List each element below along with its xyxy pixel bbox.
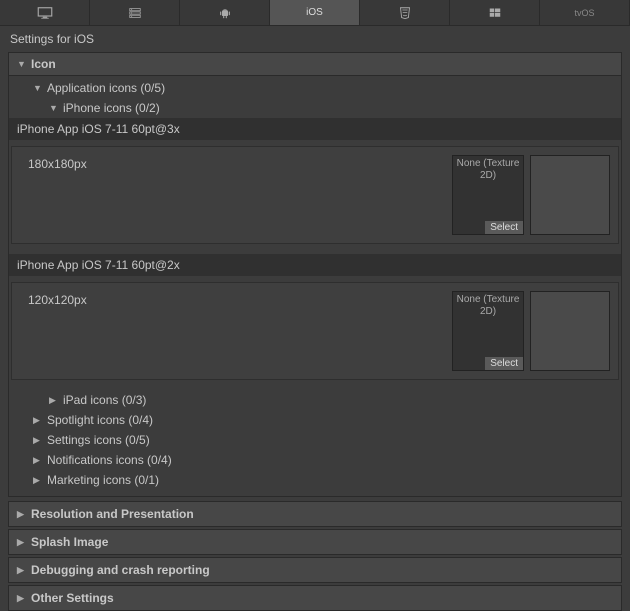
slot1-header: iPhone App iOS 7-11 60pt@3x — [9, 118, 621, 140]
foldout-open-icon — [49, 103, 59, 113]
slot2-select-button[interactable]: Select — [485, 357, 523, 370]
ios-label: iOS — [306, 7, 323, 18]
monitor-icon — [36, 6, 54, 20]
tab-standalone[interactable] — [0, 0, 90, 25]
foldout-closed-icon — [17, 593, 27, 604]
icon-panel: Icon Application icons (0/5) iPhone icon… — [8, 52, 622, 497]
resolution-section[interactable]: Resolution and Presentation — [8, 501, 622, 527]
foldout-open-icon — [17, 59, 27, 69]
slot1-select-button[interactable]: Select — [485, 221, 523, 234]
iphone-icons-label: iPhone icons (0/2) — [63, 101, 160, 115]
foldout-open-icon — [33, 83, 43, 93]
settings-title: Settings for iOS — [0, 26, 630, 52]
ipad-icons-row[interactable]: iPad icons (0/3) — [9, 390, 621, 410]
app-icons-label: Application icons (0/5) — [47, 81, 165, 95]
debug-section[interactable]: Debugging and crash reporting — [8, 557, 622, 583]
icon-label: Icon — [31, 57, 56, 71]
slot2-texture-field[interactable]: None (Texture 2D) Select — [452, 291, 524, 371]
foldout-closed-icon — [33, 455, 43, 466]
marketing-label: Marketing icons (0/1) — [47, 473, 159, 487]
foldout-closed-icon — [49, 395, 59, 406]
app-icons-row[interactable]: Application icons (0/5) — [9, 78, 621, 98]
splash-label: Splash Image — [31, 535, 108, 549]
settings-icons-row[interactable]: Settings icons (0/5) — [9, 430, 621, 450]
debug-label: Debugging and crash reporting — [31, 563, 210, 577]
foldout-closed-icon — [17, 509, 27, 520]
tab-windows[interactable] — [450, 0, 540, 25]
foldout-closed-icon — [17, 565, 27, 576]
server-icon — [126, 6, 144, 20]
splash-section[interactable]: Splash Image — [8, 529, 622, 555]
slot2-row: 120x120px None (Texture 2D) Select — [11, 282, 619, 380]
settings-icons-label: Settings icons (0/5) — [47, 433, 150, 447]
ipad-label: iPad icons (0/3) — [63, 393, 146, 407]
windows-icon — [486, 6, 504, 20]
spotlight-label: Spotlight icons (0/4) — [47, 413, 153, 427]
slot1-texture-field[interactable]: None (Texture 2D) Select — [452, 155, 524, 235]
notifications-icons-row[interactable]: Notifications icons (0/4) — [9, 450, 621, 470]
tvos-label: tvOS — [574, 8, 594, 18]
slot1-preview — [530, 155, 610, 235]
tab-webgl[interactable] — [360, 0, 450, 25]
tab-tvos[interactable]: tvOS — [540, 0, 630, 25]
tab-android[interactable] — [180, 0, 270, 25]
icon-section-header[interactable]: Icon — [9, 53, 621, 76]
slot2-dim: 120x120px — [20, 291, 452, 371]
foldout-closed-icon — [33, 475, 43, 486]
resolution-label: Resolution and Presentation — [31, 507, 194, 521]
slot1-row: 180x180px None (Texture 2D) Select — [11, 146, 619, 244]
slot2-preview — [530, 291, 610, 371]
platform-tabs: iOS tvOS — [0, 0, 630, 26]
iphone-icons-row[interactable]: iPhone icons (0/2) — [9, 98, 621, 118]
spotlight-icons-row[interactable]: Spotlight icons (0/4) — [9, 410, 621, 430]
slot2-header: iPhone App iOS 7-11 60pt@2x — [9, 254, 621, 276]
slot2-none: None (Texture 2D) — [453, 294, 523, 318]
tab-ios[interactable]: iOS — [270, 0, 360, 25]
foldout-closed-icon — [33, 415, 43, 426]
other-section[interactable]: Other Settings — [8, 585, 622, 611]
html5-icon — [396, 6, 414, 20]
slot1-none: None (Texture 2D) — [453, 158, 523, 182]
foldout-closed-icon — [17, 537, 27, 548]
marketing-icons-row[interactable]: Marketing icons (0/1) — [9, 470, 621, 490]
notifications-label: Notifications icons (0/4) — [47, 453, 172, 467]
other-label: Other Settings — [31, 591, 114, 605]
slot1-dim: 180x180px — [20, 155, 452, 235]
android-icon — [216, 6, 234, 20]
foldout-closed-icon — [33, 435, 43, 446]
tab-server[interactable] — [90, 0, 180, 25]
